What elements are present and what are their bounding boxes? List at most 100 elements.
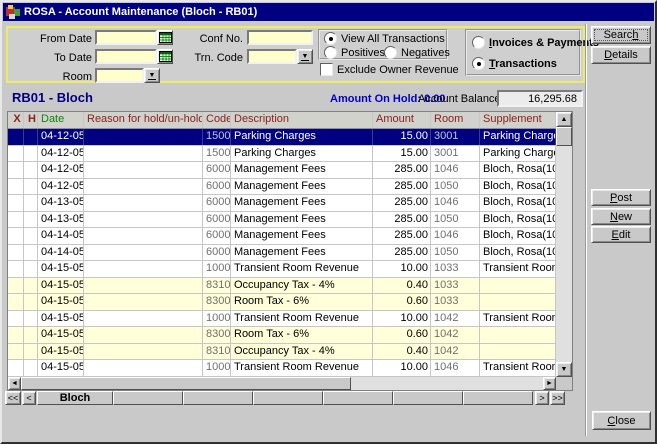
cell-h (24, 311, 38, 327)
checkbox-icon (320, 63, 333, 76)
cell-reason (84, 228, 203, 244)
column-header-h[interactable]: H (24, 112, 38, 128)
horizontal-scrollbar[interactable]: ◄ ► (8, 377, 556, 390)
table-row[interactable]: 04-15-058310Occupancy Tax - 4%0.401042 (8, 344, 556, 361)
table-row[interactable]: 04-15-058300Room Tax - 6%0.601033 (8, 294, 556, 311)
scroll-right-button[interactable]: ► (543, 377, 556, 390)
table-row[interactable]: 04-12-056000Management Fees285.001050Blo… (8, 179, 556, 196)
account-balance-label: Account Balance (418, 93, 501, 105)
cell-amount: 0.60 (373, 294, 431, 310)
nav-prev-button[interactable]: < (22, 391, 36, 405)
cell-code: 1000 (203, 261, 231, 277)
cell-amount: 0.40 (373, 278, 431, 294)
cell-amount: 285.00 (373, 195, 431, 211)
vertical-scrollbar[interactable]: ▲ ▼ (556, 112, 572, 377)
cell-date: 04-12-05 (38, 179, 84, 195)
column-header-room[interactable]: Room (431, 112, 480, 128)
from-date-input[interactable] (95, 30, 157, 45)
new-button[interactable]: New (591, 208, 651, 225)
trn-code-input[interactable] (247, 49, 297, 64)
radio-negatives[interactable]: Negatives (384, 46, 450, 59)
table-row[interactable]: 04-15-058310Occupancy Tax - 4%0.401033 (8, 278, 556, 295)
search-button[interactable]: Search (591, 26, 651, 44)
account-tab-empty[interactable] (113, 391, 183, 405)
trn-code-dropdown-button[interactable]: ▼ (297, 49, 313, 64)
column-header-date[interactable]: Date (38, 112, 84, 128)
cell-room: 1046 (431, 195, 480, 211)
column-header-amount[interactable]: Amount (373, 112, 431, 128)
room-input[interactable] (95, 68, 144, 83)
details-button[interactable]: Details (591, 46, 651, 64)
cell-description: Management Fees (231, 228, 373, 244)
cell-date: 04-15-05 (38, 294, 84, 310)
table-row[interactable]: 04-14-056000Management Fees285.001046Blo… (8, 228, 556, 245)
cell-room: 3001 (431, 129, 480, 145)
cell-x (8, 129, 24, 145)
to-date-calendar-button[interactable] (157, 49, 173, 64)
nav-last-button[interactable]: >> (550, 391, 565, 405)
column-header-reason-for-hold-un-hold[interactable]: Reason for hold/un-hold (84, 112, 203, 128)
transactions-grid: XHDateReason for hold/un-holdCodeDescrip… (7, 111, 573, 391)
cell-amount: 15.00 (373, 146, 431, 162)
scroll-up-button[interactable]: ▲ (556, 112, 572, 127)
cell-description: Transient Room Revenue (231, 360, 373, 376)
cell-reason (84, 278, 203, 294)
scroll-down-button[interactable]: ▼ (556, 362, 572, 377)
radio-label: Positives (341, 47, 385, 59)
radio-label: Invoices & Payments (489, 37, 599, 49)
account-tab-empty[interactable] (253, 391, 323, 405)
account-tab-empty[interactable] (463, 391, 533, 405)
table-row[interactable]: 04-13-056000Management Fees285.001050Blo… (8, 212, 556, 229)
radio-icon (472, 36, 485, 49)
table-row[interactable]: 04-14-056000Management Fees285.001050Blo… (8, 245, 556, 262)
radio-invoices-payments[interactable]: Invoices & Payments (472, 36, 599, 49)
cell-description: Parking Charges (231, 146, 373, 162)
table-row[interactable]: 04-15-051000Transient Room Revenue10.001… (8, 360, 556, 377)
radio-icon (384, 46, 397, 59)
dropdown-arrow-icon: ▼ (148, 72, 157, 80)
cell-supplement: Parking Charges (480, 146, 556, 162)
to-date-input[interactable] (95, 49, 157, 64)
cell-amount: 15.00 (373, 129, 431, 145)
column-header-supplement[interactable]: Supplement (480, 112, 556, 128)
table-row[interactable]: 04-13-056000Management Fees285.001046Blo… (8, 195, 556, 212)
cell-x (8, 245, 24, 261)
radio-label: Negatives (401, 47, 450, 59)
table-row[interactable]: 04-15-058300Room Tax - 6%0.601042 (8, 327, 556, 344)
scroll-left-button[interactable]: ◄ (8, 377, 21, 390)
account-tab-bloch[interactable]: Bloch (37, 391, 113, 405)
radio-view-all-transactions[interactable]: View All Transactions (324, 32, 445, 45)
table-row[interactable]: 04-15-051000Transient Room Revenue10.001… (8, 311, 556, 328)
close-button[interactable]: Close (592, 411, 651, 430)
post-button[interactable]: Post (591, 189, 651, 206)
account-tab-empty[interactable] (183, 391, 253, 405)
nav-first-button[interactable]: << (5, 391, 21, 405)
horizontal-scrollbar-thumb[interactable] (21, 377, 351, 390)
conf-no-input[interactable] (247, 30, 313, 45)
cell-code: 6000 (203, 212, 231, 228)
nav-next-button[interactable]: > (535, 391, 549, 405)
radio-positives[interactable]: Positives (324, 46, 385, 59)
grid-body: 04-12-051500Parking Charges15.003001Park… (8, 129, 572, 391)
table-row[interactable]: 04-12-051500Parking Charges15.003001Park… (8, 146, 556, 163)
cell-x (8, 146, 24, 162)
table-row[interactable]: 04-12-056000Management Fees285.001046Blo… (8, 162, 556, 179)
radio-transactions[interactable]: Transactions (472, 57, 557, 70)
column-header-description[interactable]: Description (231, 112, 373, 128)
column-header-x[interactable]: X (8, 112, 24, 128)
account-tab-empty[interactable] (393, 391, 463, 405)
column-header-code[interactable]: Code (203, 112, 231, 128)
room-dropdown-button[interactable]: ▼ (144, 68, 160, 83)
title-bar[interactable]: ROSA - Account Maintenance (Bloch - RB01… (3, 3, 654, 21)
edit-button[interactable]: Edit (591, 226, 651, 243)
from-date-calendar-button[interactable] (157, 30, 173, 45)
exclude-owner-revenue-checkbox[interactable]: Exclude Owner Revenue (320, 63, 459, 76)
table-row[interactable]: 04-12-051500Parking Charges15.003001Park… (8, 129, 556, 146)
cell-date: 04-12-05 (38, 146, 84, 162)
vertical-scrollbar-thumb[interactable] (556, 127, 572, 146)
account-tab-empty[interactable] (323, 391, 393, 405)
app-icon (6, 5, 20, 19)
cell-description: Management Fees (231, 179, 373, 195)
cell-date: 04-14-05 (38, 228, 84, 244)
table-row[interactable]: 04-15-051000Transient Room Revenue10.001… (8, 261, 556, 278)
